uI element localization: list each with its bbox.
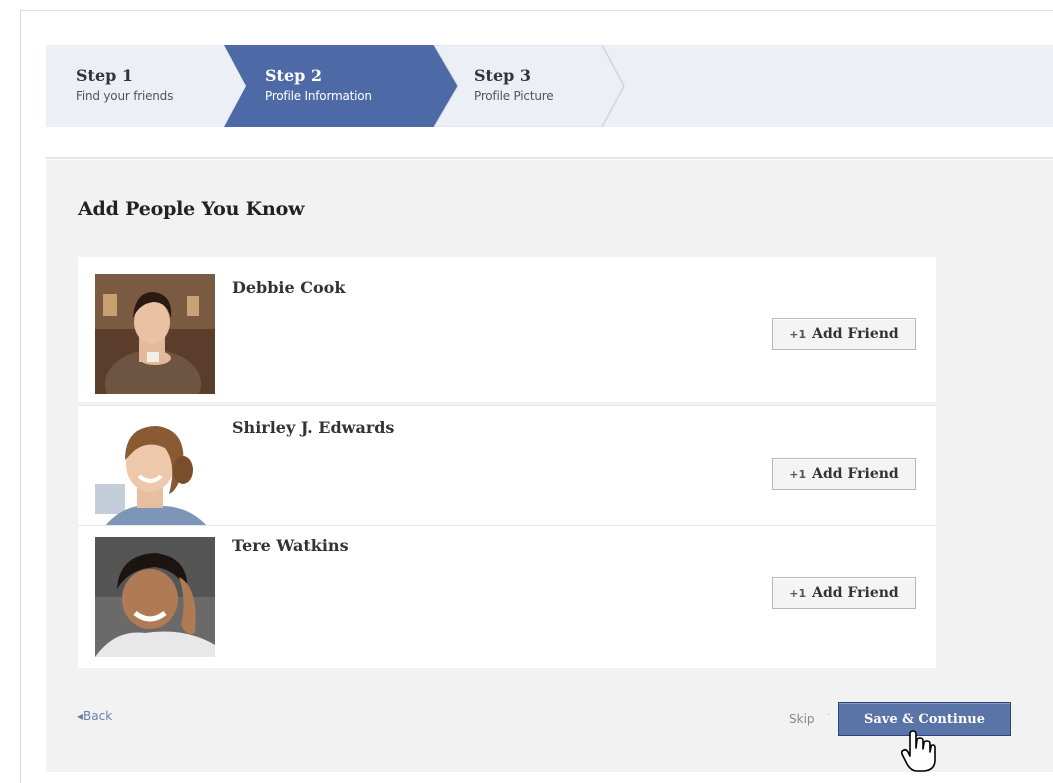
list-item: Shirley J. Edwards +1 Add Friend	[78, 405, 936, 526]
back-label: Back	[83, 709, 113, 723]
section-title: Add People You Know	[78, 198, 305, 220]
avatar[interactable]	[95, 537, 215, 657]
step-title: Step 1	[76, 66, 134, 85]
step-3[interactable]: Step 3 Profile Picture	[474, 66, 554, 104]
step-progress-bar: Step 1 Find your friends Step 2 Profile …	[46, 45, 1053, 127]
add-friend-icon: +1	[789, 586, 807, 600]
step-subtitle: Find your friends	[76, 89, 174, 103]
step-title: Step 3	[474, 66, 532, 85]
person-name[interactable]: Tere Watkins	[232, 536, 349, 555]
add-friend-label: Add Friend	[812, 466, 899, 482]
list-item: Tere Watkins +1 Add Friend	[78, 525, 936, 668]
add-friend-label: Add Friend	[812, 585, 899, 601]
step-2[interactable]: Step 2 Profile Information	[265, 66, 372, 104]
avatar[interactable]	[95, 414, 215, 526]
add-friend-label: Add Friend	[812, 326, 899, 342]
add-friend-icon: +1	[789, 327, 807, 341]
back-link[interactable]: ◂Back	[77, 709, 112, 723]
avatar[interactable]	[95, 274, 215, 394]
add-friend-button[interactable]: +1 Add Friend	[772, 318, 916, 350]
list-item: Debbie Cook +1 Add Friend	[78, 257, 936, 402]
add-friend-icon: +1	[789, 467, 807, 481]
skip-link[interactable]: Skip	[789, 712, 815, 726]
add-friend-button[interactable]: +1 Add Friend	[772, 577, 916, 609]
person-name[interactable]: Shirley J. Edwards	[232, 418, 394, 437]
people-list: Debbie Cook +1 Add Friend Shirley J. Edw…	[78, 257, 938, 668]
step-title: Step 2	[265, 66, 323, 85]
step-1[interactable]: Step 1 Find your friends	[76, 66, 173, 104]
separator: ·	[827, 710, 831, 721]
step-subtitle: Profile Information	[265, 89, 372, 103]
hand-pointer-icon	[900, 730, 936, 772]
section-divider	[46, 157, 1053, 159]
add-friend-button[interactable]: +1 Add Friend	[772, 458, 916, 490]
person-name[interactable]: Debbie Cook	[232, 278, 345, 297]
step-subtitle: Profile Picture	[474, 89, 554, 103]
